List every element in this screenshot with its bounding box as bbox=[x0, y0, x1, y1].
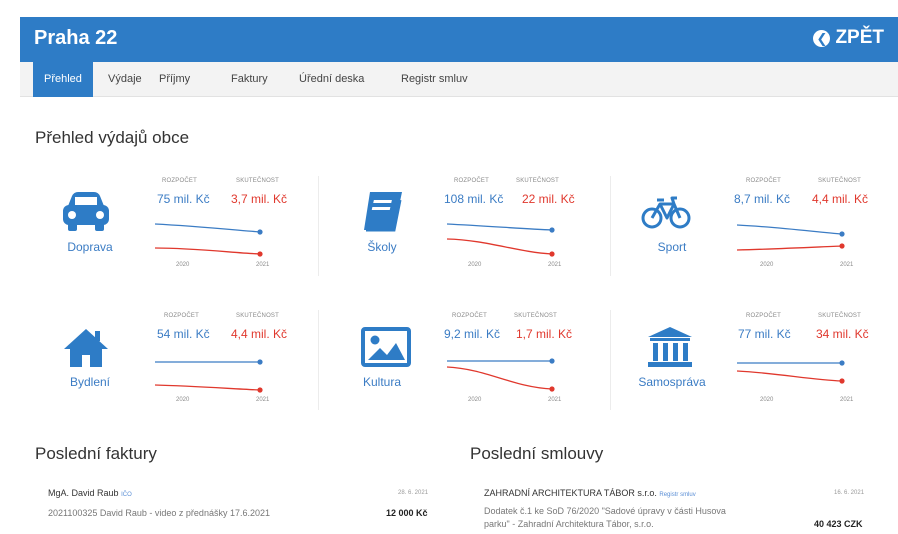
actual-label: SKUTEČNOST bbox=[236, 178, 280, 184]
category-card-kultura[interactable]: Kultura ROZPOČET SKUTEČNOST 9,2 mil. Kč … bbox=[332, 313, 602, 423]
actual-label: SKUTEČNOST bbox=[516, 178, 560, 184]
category-name: Sport bbox=[657, 240, 687, 254]
top-bar: Praha 22 ❮ ZPĚT bbox=[20, 17, 898, 62]
tab-vydaje[interactable]: Výdaje bbox=[97, 62, 153, 97]
category-card-bydleni[interactable]: Bydlení ROZPOČET SKUTEČNOST 54 mil. Kč 4… bbox=[40, 313, 310, 423]
car-icon bbox=[63, 192, 109, 231]
category-card-sport[interactable]: Sport ROZPOČET SKUTEČNOST 8,7 mil. Kč 4,… bbox=[622, 178, 892, 288]
actual-value: 34 mil. Kč bbox=[816, 327, 869, 341]
divider bbox=[318, 310, 319, 410]
actual-label: SKUTEČNOST bbox=[818, 313, 862, 319]
invoice-supplier-name: MgA. David Raub bbox=[48, 488, 119, 498]
trend-sparkline bbox=[737, 360, 845, 384]
contract-tag[interactable]: Registr smluv bbox=[659, 492, 695, 498]
contract-amount: 40 423 CZK bbox=[814, 519, 863, 529]
invoice-supplier: MgA. David Raub IČO bbox=[48, 488, 132, 498]
actual-value: 4,4 mil. Kč bbox=[812, 192, 869, 206]
year-from: 2020 bbox=[176, 397, 190, 403]
category-name: Kultura bbox=[362, 375, 402, 389]
year-to: 2021 bbox=[840, 262, 854, 268]
picture-icon bbox=[361, 327, 411, 367]
year-from: 2020 bbox=[468, 397, 482, 403]
invoice-amount: 12 000 Kč bbox=[386, 508, 428, 518]
budget-label: ROZPOČET bbox=[164, 313, 199, 319]
overview-title: Přehled výdajů obce bbox=[35, 128, 190, 147]
contract-description-line2: parku" - Zahradní Architektura Tábor, s.… bbox=[484, 519, 654, 529]
book-icon bbox=[364, 192, 402, 232]
trend-sparkline bbox=[447, 223, 555, 257]
actual-label: SKUTEČNOST bbox=[818, 178, 862, 184]
divider bbox=[610, 310, 611, 410]
budget-value: 77 mil. Kč bbox=[738, 327, 791, 341]
actual-label: SKUTEČNOST bbox=[514, 313, 558, 319]
category-name: Školy bbox=[367, 240, 397, 254]
budget-label: ROZPOČET bbox=[452, 313, 487, 319]
year-from: 2020 bbox=[468, 262, 482, 268]
budget-value: 8,7 mil. Kč bbox=[734, 192, 791, 206]
category-card-samosprava[interactable]: Samospráva ROZPOČET SKUTEČNOST 77 mil. K… bbox=[622, 313, 892, 423]
contracts-title: Poslední smlouvy bbox=[470, 444, 604, 463]
tab-prijmy[interactable]: Příjmy bbox=[148, 62, 201, 97]
tab-bar: Přehled Výdaje Příjmy Faktury Úřední des… bbox=[20, 62, 898, 97]
trend-sparkline bbox=[737, 224, 845, 251]
budget-label: ROZPOČET bbox=[162, 178, 197, 184]
contract-supplier: ZAHRADNÍ ARCHITEKTURA TÁBOR s.r.o. Regis… bbox=[484, 488, 696, 498]
year-from: 2020 bbox=[760, 262, 774, 268]
institution-icon bbox=[648, 327, 692, 367]
year-from: 2020 bbox=[176, 262, 190, 268]
category-name: Samospráva bbox=[638, 375, 706, 389]
actual-value: 4,4 mil. Kč bbox=[231, 327, 288, 341]
tab-registr-smluv[interactable]: Registr smluv bbox=[390, 62, 479, 97]
trend-sparkline bbox=[447, 358, 555, 392]
back-arrow-icon: ❮ bbox=[813, 29, 831, 47]
invoice-date: 28. 6. 2021 bbox=[398, 490, 429, 496]
category-name: Doprava bbox=[67, 240, 113, 254]
trend-sparkline bbox=[155, 223, 263, 257]
trend-sparkline bbox=[155, 359, 263, 393]
app-title: Praha 22 bbox=[34, 27, 118, 49]
category-card-doprava[interactable]: Doprava ROZPOČET SKUTEČNOST 75 mil. Kč 3… bbox=[40, 178, 310, 288]
contract-supplier-name: ZAHRADNÍ ARCHITEKTURA TÁBOR s.r.o. bbox=[484, 488, 657, 498]
divider bbox=[318, 176, 319, 276]
year-to: 2021 bbox=[548, 397, 562, 403]
actual-value: 1,7 mil. Kč bbox=[516, 327, 573, 341]
budget-value: 54 mil. Kč bbox=[157, 327, 210, 341]
invoice-description: 2021100325 David Raub - video z přednášk… bbox=[48, 508, 270, 518]
tab-faktury[interactable]: Faktury bbox=[220, 62, 279, 97]
tab-prehled[interactable]: Přehled bbox=[33, 62, 93, 97]
budget-value: 108 mil. Kč bbox=[444, 192, 504, 206]
tab-uredni-deska[interactable]: Úřední deska bbox=[288, 62, 375, 97]
year-to: 2021 bbox=[256, 397, 270, 403]
house-icon bbox=[64, 329, 108, 367]
back-button[interactable]: ❮ ZPĚT bbox=[813, 27, 884, 49]
budget-value: 9,2 mil. Kč bbox=[444, 327, 501, 341]
contract-description-line1: Dodatek č.1 ke SoD 76/2020 "Sadové úprav… bbox=[484, 506, 726, 516]
actual-value: 22 mil. Kč bbox=[522, 192, 575, 206]
bicycle-icon bbox=[641, 196, 691, 229]
category-name: Bydlení bbox=[69, 375, 111, 389]
budget-label: ROZPOČET bbox=[746, 313, 781, 319]
budget-label: ROZPOČET bbox=[454, 178, 489, 184]
year-to: 2021 bbox=[840, 397, 854, 403]
contract-date: 16. 6. 2021 bbox=[834, 490, 865, 496]
year-to: 2021 bbox=[548, 262, 562, 268]
divider bbox=[610, 176, 611, 276]
year-from: 2020 bbox=[760, 397, 774, 403]
back-label: ZPĚT bbox=[835, 27, 884, 48]
category-card-skoly[interactable]: Školy ROZPOČET SKUTEČNOST 108 mil. Kč 22… bbox=[332, 178, 602, 288]
invoice-tag[interactable]: IČO bbox=[121, 492, 132, 498]
year-to: 2021 bbox=[256, 262, 270, 268]
budget-value: 75 mil. Kč bbox=[157, 192, 210, 206]
budget-label: ROZPOČET bbox=[746, 178, 781, 184]
actual-label: SKUTEČNOST bbox=[236, 313, 280, 319]
actual-value: 3,7 mil. Kč bbox=[231, 192, 288, 206]
invoices-title: Poslední faktury bbox=[35, 444, 157, 463]
